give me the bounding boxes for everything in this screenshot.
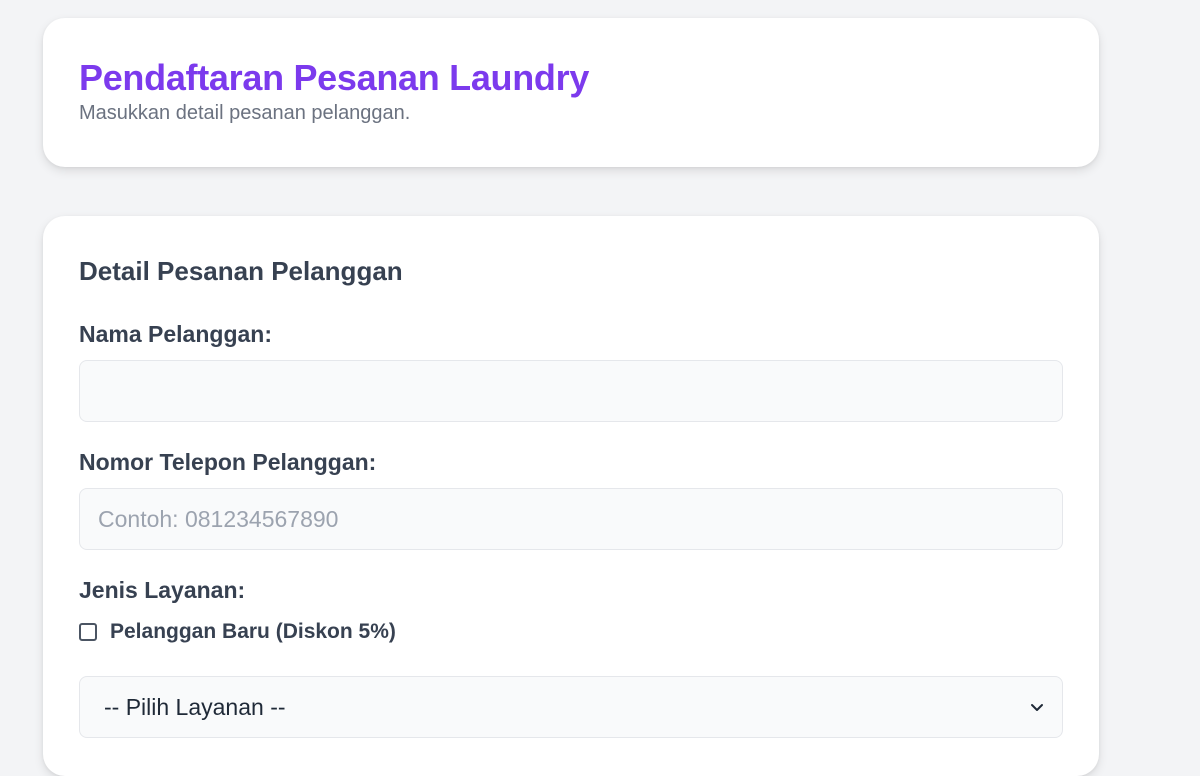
chevron-down-icon	[1031, 704, 1043, 711]
customer-phone-input[interactable]	[79, 488, 1063, 550]
page-title: Pendaftaran Pesanan Laundry	[79, 57, 590, 98]
new-customer-checkbox-row[interactable]: Pelanggan Baru (Diskon 5%)	[79, 620, 396, 644]
page-subtitle: Masukkan detail pesanan pelanggan.	[79, 102, 411, 124]
section-title: Detail Pesanan Pelanggan	[79, 256, 403, 286]
service-select-value: -- Pilih Layanan --	[104, 693, 286, 720]
customer-name-label: Nama Pelanggan:	[79, 321, 272, 347]
customer-phone-label: Nomor Telepon Pelanggan:	[79, 449, 377, 475]
service-select[interactable]: -- Pilih Layanan --	[79, 676, 1063, 738]
header-card: Pendaftaran Pesanan Laundry Masukkan det…	[43, 18, 1099, 167]
new-customer-checkbox-label[interactable]: Pelanggan Baru (Diskon 5%)	[110, 620, 396, 644]
customer-name-input[interactable]	[79, 360, 1063, 422]
new-customer-checkbox[interactable]	[79, 623, 97, 641]
order-form-card: Detail Pesanan Pelanggan Nama Pelanggan:…	[43, 216, 1099, 776]
service-type-label: Jenis Layanan:	[79, 577, 246, 603]
